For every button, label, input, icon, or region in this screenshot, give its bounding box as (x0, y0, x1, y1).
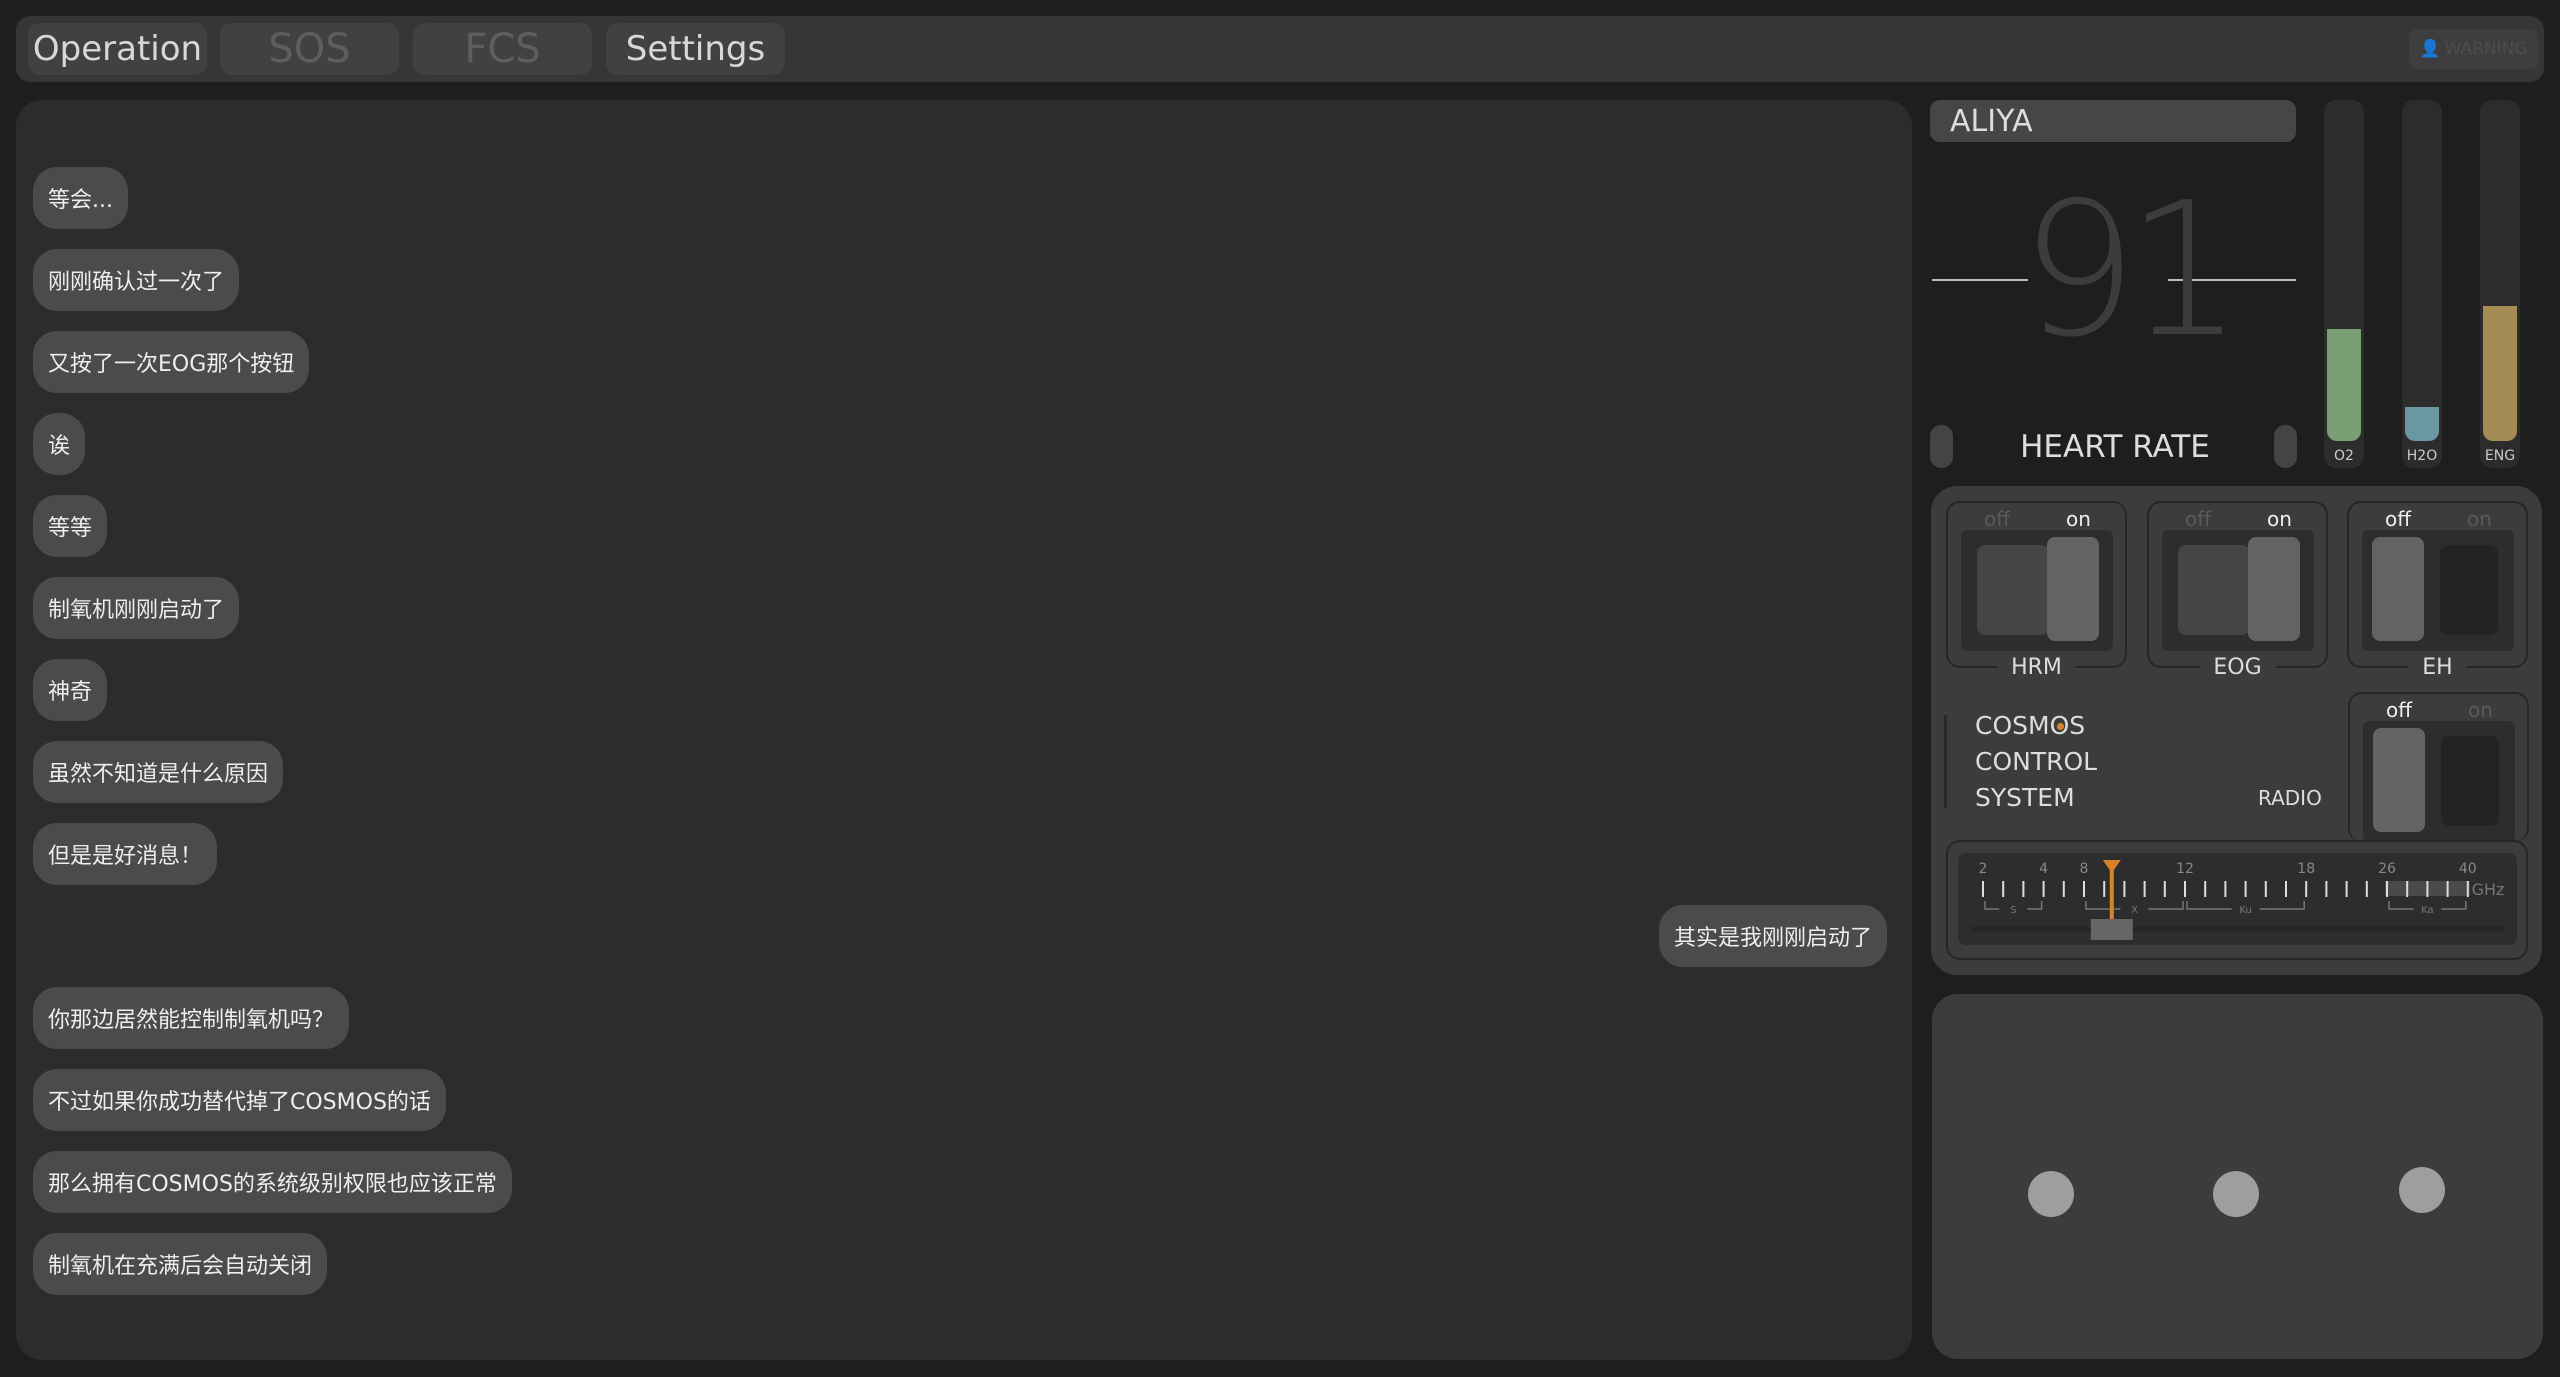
heart-rate-left-indicator (1930, 425, 1953, 468)
chat-message: 但是是好消息！ (33, 823, 218, 885)
switch-knob[interactable] (2248, 537, 2300, 641)
heart-rate-right-indicator (2274, 425, 2297, 468)
gauge-eng: ENG (2480, 100, 2520, 468)
gauge-fill (2483, 305, 2517, 441)
gauge-fill (2327, 329, 2361, 441)
on-label: on (2066, 507, 2091, 531)
switch-area (1977, 545, 2049, 635)
on-label: on (2267, 507, 2292, 531)
band-label: Ku (2239, 905, 2251, 916)
band-label: X (2131, 905, 2138, 916)
chat-message: 等等 (33, 495, 108, 557)
tick-label: 40 (2459, 861, 2477, 877)
switch-knob[interactable] (2373, 728, 2425, 832)
band-label: Ka (2421, 905, 2434, 916)
on-label: on (2467, 507, 2492, 531)
chat-message: 等会... (33, 167, 128, 229)
person-icon: 👤 (2419, 39, 2441, 59)
chat-message: 制氧机刚刚启动了 (33, 577, 240, 639)
off-label: off (1984, 507, 2011, 531)
gauge-fill (2405, 407, 2439, 441)
tuner-slider-knob[interactable] (2090, 919, 2133, 940)
warning-button[interactable]: 👤 WARNING (2409, 29, 2538, 69)
chat-message: 其实是我刚刚启动了 (1658, 905, 1887, 967)
tick-label: 2 (1979, 861, 1988, 877)
tab-fcs[interactable]: FCS (413, 23, 592, 75)
switch-track[interactable] (2363, 721, 2515, 842)
switch-name: EH (2408, 655, 2467, 680)
on-label: on (2468, 698, 2493, 722)
switch-name: EOG (2199, 655, 2276, 680)
gauge-label: H2O (2406, 448, 2438, 464)
chat-message: 又按了一次EOG那个按钮 (33, 331, 310, 393)
tick-label: 12 (2176, 861, 2194, 877)
switch-area (2440, 545, 2498, 635)
frequency-scale[interactable]: 2 4 8 12 18 26 40 GHz S X Ku Ka (1958, 853, 2517, 945)
heart-rate-value: 91 (2020, 162, 2243, 378)
tick-label: 8 (2080, 861, 2089, 877)
switch-eog[interactable]: off on EOG (2147, 501, 2328, 680)
band-label: S (2010, 905, 2016, 916)
warning-label: WARNING (2444, 39, 2528, 59)
chat-message: 虽然不知道是什么原因 (33, 741, 284, 803)
switch-eh[interactable]: off on EH (2347, 501, 2528, 680)
tab-sos[interactable]: SOS (220, 23, 399, 75)
switch-name: HRM (1997, 655, 2076, 680)
radio-label: RADIO (2258, 786, 2322, 810)
pad-button-3[interactable] (2399, 1167, 2445, 1213)
switch-knob[interactable] (2372, 537, 2424, 641)
gauge-label: O2 (2334, 448, 2354, 464)
chat-message: 神奇 (33, 659, 108, 721)
system-title: COSMOS CONTROL SYSTEM (1975, 708, 2097, 816)
heartbeat-line-left (1932, 279, 2028, 281)
pad-button-2[interactable] (2213, 1171, 2259, 1217)
switch-hrm[interactable]: off on HRM (1946, 501, 2127, 680)
crew-name: ALIYA (1930, 100, 2296, 142)
tick-label: 4 (2039, 861, 2048, 877)
switch-knob[interactable] (2047, 537, 2099, 641)
switch-area (2441, 736, 2499, 826)
off-label: off (2185, 507, 2212, 531)
chat-message: 刚刚确认过一次了 (33, 249, 240, 311)
switch-track[interactable] (1961, 530, 2113, 651)
chat-message: 诶 (33, 413, 86, 475)
pad-button-1[interactable] (2028, 1171, 2074, 1217)
gauge-label: ENG (2484, 448, 2516, 464)
gauge-h2o: H2O (2402, 100, 2442, 468)
chat-panel: 等会... 刚刚确认过一次了又按了一次EOG那个按钮诶等等制氧机刚刚启动了 神奇虽然… (16, 100, 1912, 1360)
off-label: off (2386, 698, 2413, 722)
touch-pad (1932, 994, 2543, 1359)
gauge-o2: O2 (2324, 100, 2364, 468)
tab-operation[interactable]: Operation (28, 23, 207, 75)
chat-message: 你那边居然能控制制氧机吗？ (33, 987, 350, 1049)
status-dot (2056, 723, 2064, 730)
tick-label: 18 (2297, 861, 2315, 877)
divider (1944, 715, 1947, 808)
heart-rate-label: HEART RATE (2020, 429, 2210, 465)
radio-switch[interactable]: off on (2348, 692, 2529, 842)
system-title-line1: COSMOS (1975, 711, 2086, 740)
chat-message: 制氧机在充满后会自动关闭 (33, 1233, 328, 1295)
top-bar: Operation SOS FCS Settings 👤 WARNING (16, 16, 2544, 82)
system-title-line2: CONTROL (1975, 747, 2098, 776)
switch-track[interactable] (2162, 530, 2314, 651)
tuner-pointer-head (2102, 860, 2121, 873)
switch-area (2178, 545, 2250, 635)
switch-track[interactable] (2362, 530, 2514, 651)
tab-settings[interactable]: Settings (606, 23, 785, 75)
chat-message: 不过如果你成功替代掉了COSMOS的话 (33, 1069, 446, 1131)
unit-label: GHz (2472, 880, 2505, 899)
tick-label: 26 (2378, 861, 2396, 877)
off-label: off (2385, 507, 2412, 531)
system-title-line3: SYSTEM (1975, 783, 2075, 812)
chat-message: 那么拥有COSMOS的系统级别权限也应该正常 (33, 1151, 512, 1213)
